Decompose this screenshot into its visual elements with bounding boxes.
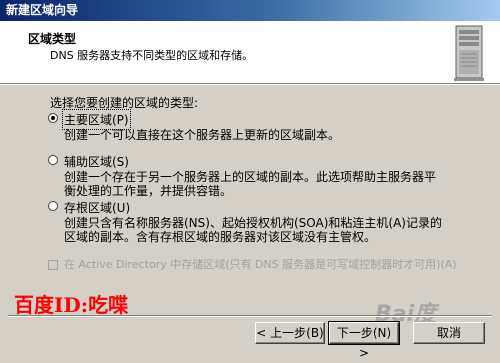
back-button[interactable]: < 上一步(B): [255, 322, 325, 344]
ad-storage-label: 在 Active Directory 中存储区域(只有 DNS 服务器是可写域控…: [64, 258, 457, 271]
secondary-zone-label[interactable]: 辅助区域(S): [64, 153, 129, 170]
page-subtitle: DNS 服务器支持不同类型的区域和存储。: [50, 49, 254, 62]
cancel-button[interactable]: 取消: [413, 322, 485, 344]
stub-zone-radio[interactable]: [48, 201, 58, 211]
primary-zone-radio[interactable]: [48, 113, 58, 123]
next-button[interactable]: 下一步(N) >: [328, 321, 400, 360]
watermark-text: 百度ID:吃喋: [14, 293, 129, 317]
stub-zone-label[interactable]: 存根区域(U): [64, 199, 130, 216]
primary-zone-label[interactable]: 主要区域(P): [62, 109, 131, 130]
header-divider: [0, 84, 500, 85]
option-secondary-zone[interactable]: 辅助区域(S) 创建一个存在于另一个服务器上的区域的副本。此选项帮助主服务器平衡…: [48, 153, 468, 199]
stub-zone-description: 创建只含有名称服务器(NS)、起始授权机构(SOA)和粘连主机(A)记录的区域的…: [64, 216, 442, 244]
footer-divider: [8, 315, 492, 317]
zone-type-prompt: 选择您要创建的区域的类型:: [50, 96, 199, 110]
ad-storage-checkbox[interactable]: [48, 260, 58, 270]
title-bar: 新建区域向导: [0, 0, 500, 21]
secondary-zone-radio[interactable]: [48, 155, 58, 165]
page-title: 区域类型: [28, 32, 77, 46]
secondary-zone-description: 创建一个存在于另一个服务器上的区域的副本。此选项帮助主服务器平衡处理的工作量，并…: [64, 170, 437, 198]
option-stub-zone[interactable]: 存根区域(U) 创建只含有名称服务器(NS)、起始授权机构(SOA)和粘连主机(…: [48, 199, 468, 245]
wizard-header: 区域类型 DNS 服务器支持不同类型的区域和存储。: [0, 21, 500, 84]
window-title: 新建区域向导: [6, 3, 79, 17]
option-primary-zone[interactable]: 主要区域(P) 创建一个可以直接在这个服务器上更新的区域副本。: [48, 109, 468, 145]
primary-zone-description: 创建一个可以直接在这个服务器上更新的区域副本。: [64, 128, 341, 142]
server-icon: [454, 25, 484, 81]
